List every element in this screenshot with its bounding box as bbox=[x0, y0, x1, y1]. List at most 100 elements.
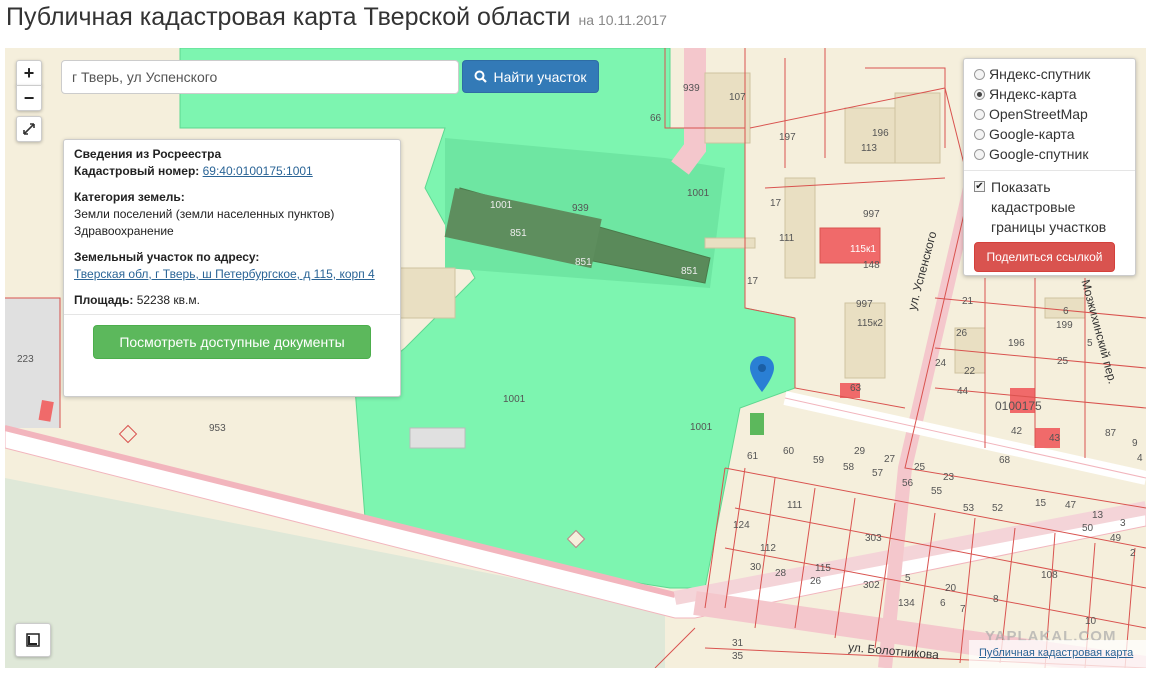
map-label: 59 bbox=[813, 455, 825, 466]
location-marker-icon[interactable] bbox=[750, 356, 774, 392]
map-label: 199 bbox=[1056, 320, 1073, 331]
map-label: 25 bbox=[914, 462, 926, 473]
layer-label: Google-спутник bbox=[989, 146, 1089, 162]
map-label: 5 bbox=[905, 573, 911, 584]
map-label: 27 bbox=[884, 454, 896, 465]
map-label: 66 bbox=[650, 113, 662, 124]
map-label: 17 bbox=[770, 198, 782, 209]
map-label: 22 bbox=[964, 366, 976, 377]
map-label: 851 bbox=[681, 266, 698, 277]
map-label: 43 bbox=[1049, 433, 1061, 444]
layer-label: OpenStreetMap bbox=[989, 106, 1088, 122]
view-documents-button[interactable]: Посмотреть доступные документы bbox=[93, 325, 371, 359]
map-label: 851 bbox=[575, 257, 592, 268]
map-label: 953 bbox=[209, 423, 226, 434]
parcel-info-panel: Сведения из Росреестра Кадастровый номер… bbox=[63, 139, 401, 397]
map-label: 148 bbox=[863, 260, 880, 271]
map-label: 21 bbox=[962, 296, 974, 307]
legend-button[interactable] bbox=[15, 623, 51, 657]
map-label: 113 bbox=[861, 143, 877, 154]
radio-icon[interactable] bbox=[974, 128, 985, 140]
map-label: 6 bbox=[1063, 306, 1069, 317]
expand-icon bbox=[23, 123, 35, 135]
layer-option-google-map[interactable]: Google-карта bbox=[974, 124, 1125, 144]
map-label: 23 bbox=[943, 472, 955, 483]
map-label: 20 bbox=[945, 583, 957, 594]
info-heading: Сведения из Росреестра bbox=[74, 147, 222, 161]
map-label: 108 bbox=[1041, 570, 1058, 581]
category-value: Земли поселений (земли населенных пункто… bbox=[74, 207, 335, 221]
layer-option-yandex-map[interactable]: Яндекс-карта bbox=[974, 84, 1125, 104]
attribution-link[interactable]: Публичная кадастровая карта bbox=[979, 647, 1133, 659]
map-label: 68 bbox=[999, 455, 1011, 466]
map-label: 997 bbox=[863, 209, 880, 220]
map-label: 8 bbox=[993, 594, 999, 605]
map-label: 30 bbox=[750, 562, 762, 573]
address-link[interactable]: Тверская обл, г Тверь, ш Петербургское, … bbox=[74, 267, 375, 281]
map-label: 10 bbox=[1085, 616, 1097, 627]
map-label: 997 bbox=[856, 299, 873, 310]
zoom-out-button[interactable]: − bbox=[16, 85, 42, 111]
map-label: 26 bbox=[956, 328, 968, 339]
legend-icon bbox=[26, 633, 40, 647]
map-label: 56 bbox=[902, 478, 914, 489]
layer-label: Google-карта bbox=[989, 126, 1075, 142]
checkbox-checked-icon[interactable]: ✔ bbox=[974, 181, 985, 192]
map-label: 42 bbox=[1011, 426, 1023, 437]
address-label: Земельный участок по адресу: bbox=[74, 250, 260, 264]
show-borders-option[interactable]: ✔ Показать кадастровые границы участков bbox=[974, 177, 1125, 237]
map-label: 44 bbox=[957, 386, 969, 397]
cadastral-number-link[interactable]: 69:40:0100175:1001 bbox=[203, 164, 313, 178]
map-label: 28 bbox=[775, 568, 787, 579]
map-label: 17 bbox=[747, 276, 759, 287]
radio-icon[interactable] bbox=[974, 108, 985, 120]
map-label: 1001 bbox=[687, 188, 710, 199]
map-label: 115 bbox=[815, 563, 831, 574]
map-label: 7 bbox=[960, 604, 966, 615]
map-label: 1001 bbox=[490, 200, 513, 211]
map-label: 115к2 bbox=[857, 318, 883, 329]
radio-icon[interactable] bbox=[974, 68, 985, 80]
page-title: Публичная кадастровая карта Тверской обл… bbox=[6, 3, 571, 31]
map-label: 49 bbox=[1110, 533, 1122, 544]
map-label: 3 bbox=[1120, 518, 1126, 529]
map-label: 2 bbox=[1130, 548, 1136, 559]
map-label: 939 bbox=[572, 203, 589, 214]
share-link-button[interactable]: Поделиться ссылкой bbox=[974, 242, 1115, 272]
map-label: 15 bbox=[1035, 498, 1047, 509]
cadastral-row: Кадастровый номер: 69:40:0100175:1001 bbox=[74, 163, 390, 180]
layer-option-osm[interactable]: OpenStreetMap bbox=[974, 104, 1125, 124]
category-use: Здравоохранение bbox=[74, 224, 174, 238]
map-label: 4 bbox=[1137, 453, 1143, 464]
map-label: 851 bbox=[510, 228, 527, 239]
map-label: 53 bbox=[963, 503, 975, 514]
layer-label: Яндекс-карта bbox=[989, 86, 1077, 102]
map-label: 57 bbox=[872, 468, 884, 479]
page-date: на 10.11.2017 bbox=[578, 12, 667, 28]
address-search-input[interactable] bbox=[61, 60, 459, 94]
map-label: 107 bbox=[729, 92, 746, 103]
fullscreen-button[interactable] bbox=[16, 116, 42, 142]
map-label: 1001 bbox=[690, 422, 713, 433]
map-label: 124 bbox=[733, 520, 750, 531]
zoom-in-button[interactable]: + bbox=[16, 60, 42, 86]
find-parcel-button[interactable]: Найти участок bbox=[462, 60, 599, 93]
map-label: 13 bbox=[1092, 510, 1104, 521]
map-label: 939 bbox=[683, 83, 700, 94]
map-label: 35 bbox=[732, 651, 744, 662]
map-label: 197 bbox=[779, 132, 796, 143]
layers-panel: Яндекс-спутник Яндекс-карта OpenStreetMa… bbox=[963, 58, 1136, 276]
radio-icon[interactable] bbox=[974, 88, 985, 100]
radio-icon[interactable] bbox=[974, 148, 985, 160]
page-header: Публичная кадастровая карта Тверской обл… bbox=[6, 0, 667, 40]
map-label: 1001 bbox=[503, 394, 526, 405]
map-label: 29 bbox=[854, 446, 866, 457]
map-label: 25 bbox=[1057, 356, 1069, 367]
area-row: Площадь: 52238 кв.м. bbox=[74, 292, 390, 309]
map-label: 61 bbox=[747, 451, 759, 462]
layer-option-google-satellite[interactable]: Google-спутник bbox=[974, 144, 1125, 164]
map-label: 6 bbox=[940, 598, 946, 609]
cadastral-map[interactable]: 939 66 107 197 196 113 1001 939 1001 851… bbox=[5, 48, 1146, 668]
show-borders-label: Показать кадастровые границы участков bbox=[991, 179, 1107, 235]
layer-option-yandex-satellite[interactable]: Яндекс-спутник bbox=[974, 64, 1125, 84]
